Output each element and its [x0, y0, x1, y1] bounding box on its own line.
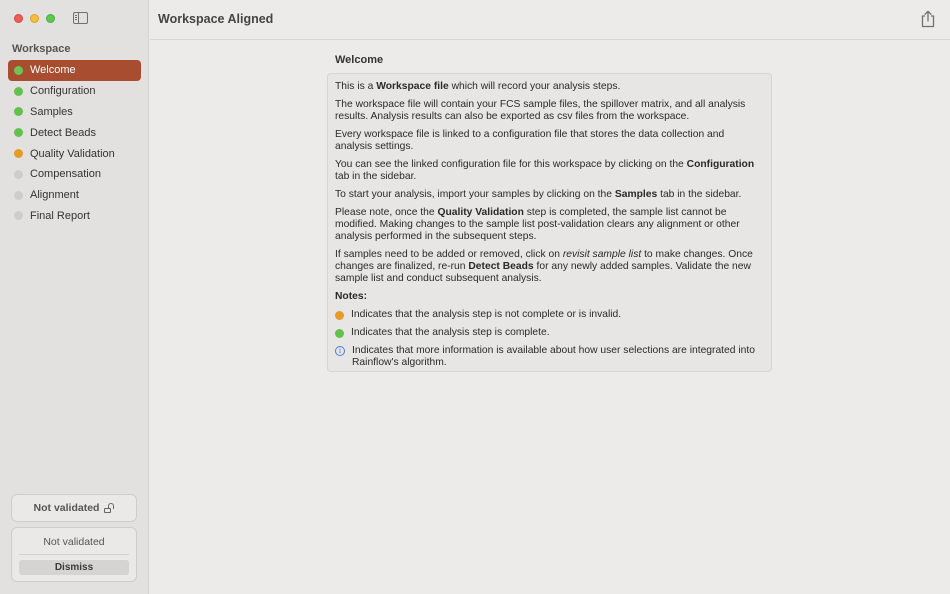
status-pending-icon	[14, 211, 23, 221]
title-bar: Workspace Aligned	[150, 0, 950, 40]
validation-notice: Not validated Dismiss	[11, 527, 137, 582]
maximize-window-button[interactable]	[46, 14, 55, 23]
sidebar-item-configuration[interactable]: Configuration	[8, 81, 141, 102]
status-incomplete-icon	[14, 149, 23, 159]
unlock-icon	[104, 503, 114, 513]
notes-title: Notes:	[335, 291, 368, 302]
start-paragraph: To start your analysis, import your samp…	[335, 189, 742, 200]
dismiss-button[interactable]: Dismiss	[19, 560, 129, 575]
sidebar-item-label: Samples	[30, 105, 73, 118]
revisit-paragraph: If samples need to be added or removed, …	[335, 249, 753, 284]
share-icon[interactable]	[920, 10, 936, 28]
config-paragraph: Every workspace file is linked to a conf…	[335, 129, 725, 152]
sidebar-item-compensation[interactable]: Compensation	[8, 164, 141, 185]
sidebar-item-label: Quality Validation	[30, 147, 115, 160]
orange-dot-icon	[335, 310, 344, 320]
status-complete-icon	[14, 86, 23, 96]
validation-paragraph: Please note, once the Quality Validation…	[335, 207, 740, 242]
validation-status-label: Not validated	[33, 502, 100, 514]
window-controls	[14, 14, 55, 23]
status-pending-icon	[14, 169, 23, 179]
sidebar-item-label: Compensation	[30, 168, 101, 181]
sidebar-item-label: Configuration	[30, 85, 96, 98]
intro-paragraph: This is a Workspace file which will reco…	[335, 81, 621, 92]
sidebar-item-detect-beads[interactable]: Detect Beads	[8, 122, 141, 143]
status-complete-icon	[14, 128, 23, 138]
sidebar-section-label: Workspace	[12, 43, 71, 55]
note-item: Indicates that the analysis step is comp…	[335, 327, 764, 339]
contents-paragraph: The workspace file will contain your FCS…	[335, 99, 746, 122]
main-content: Welcome This is a Workspace file which w…	[150, 41, 950, 594]
validation-status-button[interactable]: Not validated	[11, 494, 137, 522]
minimize-window-button[interactable]	[30, 14, 39, 23]
welcome-card: This is a Workspace file which will reco…	[327, 73, 772, 372]
sidebar-item-label: Welcome	[30, 64, 76, 77]
green-dot-icon	[335, 328, 344, 338]
status-complete-icon	[14, 107, 23, 117]
sidebar-item-final-report[interactable]: Final Report	[8, 206, 141, 227]
sidebar-item-quality-validation[interactable]: Quality Validation	[8, 143, 141, 164]
sidebar-item-alignment[interactable]: Alignment	[8, 185, 141, 206]
sidebar-item-label: Alignment	[30, 189, 79, 202]
note-text: Indicates that the analysis step is comp…	[351, 327, 550, 338]
page-title: Welcome	[335, 54, 384, 66]
sidebar: Workspace Welcome Configuration Samples …	[0, 0, 149, 594]
note-text: Indicates that the analysis step is not …	[351, 309, 622, 320]
validation-notice-text: Not validated	[43, 536, 105, 548]
sidebar-nav: Welcome Configuration Samples Detect Bea…	[8, 60, 141, 226]
sidebar-item-label: Detect Beads	[30, 126, 97, 139]
window-title: Workspace Aligned	[158, 12, 274, 26]
linked-config-paragraph: You can see the linked configuration fil…	[335, 159, 755, 182]
sidebar-item-label: Final Report	[30, 209, 90, 222]
note-item: i Indicates that more information is ava…	[335, 345, 764, 369]
close-window-button[interactable]	[14, 14, 23, 23]
note-item: Indicates that the analysis step is not …	[335, 309, 764, 321]
sidebar-item-welcome[interactable]: Welcome	[8, 60, 141, 81]
status-complete-icon	[14, 65, 23, 75]
status-pending-icon	[14, 190, 23, 200]
note-text: Indicates that more information is avail…	[352, 345, 755, 368]
divider	[19, 554, 129, 555]
sidebar-item-samples[interactable]: Samples	[8, 102, 141, 123]
info-icon: i	[335, 346, 345, 356]
sidebar-toggle-icon[interactable]	[73, 12, 88, 24]
